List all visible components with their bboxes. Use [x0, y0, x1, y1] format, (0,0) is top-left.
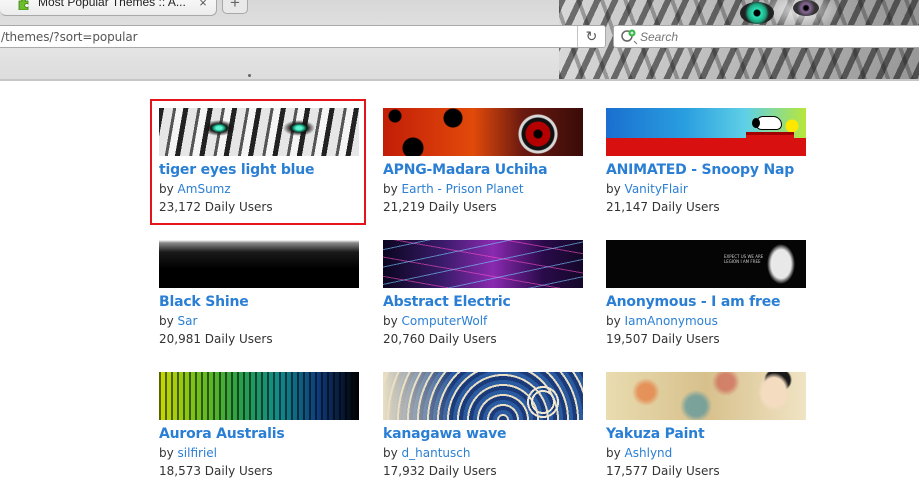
- by-label: by: [606, 182, 625, 196]
- theme-eye-decoration: [740, 2, 774, 24]
- by-label: by: [383, 182, 402, 196]
- by-label: by: [383, 314, 402, 328]
- daily-users-count: 17,577 Daily Users: [606, 464, 720, 478]
- by-label: by: [606, 446, 625, 460]
- reload-icon[interactable]: ↻: [577, 26, 605, 47]
- theme-eye-decoration: [793, 0, 819, 16]
- theme-card[interactable]: Abstract Electric by ComputerWolf 20,760…: [383, 240, 583, 350]
- browser-chrome: Most Popular Themes :: A... × + /themes/…: [0, 0, 919, 81]
- daily-users-count: 18,573 Daily Users: [159, 464, 273, 478]
- theme-thumbnail[interactable]: [159, 240, 359, 288]
- search-bar[interactable]: Search: [613, 25, 919, 48]
- dog-ear-shape: [752, 118, 760, 128]
- theme-name-link[interactable]: kanagawa wave: [383, 426, 507, 442]
- selection-highlight-box: [150, 99, 366, 225]
- puzzle-piece-icon: [18, 0, 29, 10]
- theme-name-link[interactable]: Abstract Electric: [383, 294, 511, 310]
- tab-title: Most Popular Themes :: A...: [38, 0, 186, 9]
- theme-thumbnail[interactable]: [606, 372, 806, 420]
- theme-author-line: by VanityFlair: [606, 182, 688, 196]
- new-tab-button[interactable]: +: [222, 0, 248, 14]
- theme-card[interactable]: kanagawa wave by d_hantusch 17,932 Daily…: [383, 372, 583, 482]
- theme-name-link[interactable]: Yakuza Paint: [606, 426, 705, 442]
- theme-name-link[interactable]: Anonymous - I am free: [606, 294, 781, 310]
- author-link[interactable]: silfiriel: [178, 446, 217, 460]
- daily-users-count: 19,507 Daily Users: [606, 332, 720, 346]
- doghouse-shape: [746, 132, 794, 156]
- daily-users-count: 17,932 Daily Users: [383, 464, 497, 478]
- theme-author-line: by Sar: [159, 314, 197, 328]
- address-bar[interactable]: /themes/?sort=popular ↻: [0, 25, 606, 48]
- by-label: by: [159, 314, 178, 328]
- theme-author-line: by ComputerWolf: [383, 314, 487, 328]
- theme-card[interactable]: ANIMATED - Snoopy Nap by VanityFlair 21,…: [606, 108, 806, 218]
- theme-author-line: by IamAnonymous: [606, 314, 718, 328]
- theme-card[interactable]: EXPECT US WE ARE LEGION I AM FREE Anonym…: [606, 240, 806, 350]
- author-link[interactable]: ComputerWolf: [402, 314, 488, 328]
- url-text[interactable]: /themes/?sort=popular: [1, 30, 138, 44]
- toolbar-divider: [0, 79, 919, 81]
- daily-users-count: 21,219 Daily Users: [383, 200, 497, 214]
- theme-thumbnail[interactable]: EXPECT US WE ARE LEGION I AM FREE: [606, 240, 806, 288]
- theme-name-link[interactable]: Aurora Australis: [159, 426, 285, 442]
- theme-name-link[interactable]: ANIMATED - Snoopy Nap: [606, 162, 794, 178]
- by-label: by: [383, 446, 402, 460]
- theme-card[interactable]: Black Shine by Sar 20,981 Daily Users: [159, 240, 359, 350]
- theme-author-line: by Ashlynd: [606, 446, 672, 460]
- search-engine-icon[interactable]: [619, 28, 639, 45]
- theme-name-link[interactable]: APNG-Madara Uchiha: [383, 162, 548, 178]
- theme-thumbnail[interactable]: [383, 240, 583, 288]
- author-link[interactable]: Sar: [178, 314, 198, 328]
- theme-author-line: by Earth - Prison Planet: [383, 182, 524, 196]
- theme-thumbnail[interactable]: [606, 108, 806, 156]
- theme-author-line: by d_hantusch: [383, 446, 471, 460]
- theme-card[interactable]: Yakuza Paint by Ashlynd 17,577 Daily Use…: [606, 372, 806, 482]
- author-link[interactable]: VanityFlair: [625, 182, 688, 196]
- toolbar-dot: [248, 74, 251, 77]
- theme-author-line: by silfiriel: [159, 446, 217, 460]
- author-link[interactable]: Ashlynd: [625, 446, 673, 460]
- daily-users-count: 20,981 Daily Users: [159, 332, 273, 346]
- author-link[interactable]: d_hantusch: [402, 446, 471, 460]
- author-link[interactable]: Earth - Prison Planet: [402, 182, 524, 196]
- theme-name-link[interactable]: Black Shine: [159, 294, 249, 310]
- search-placeholder[interactable]: Search: [640, 30, 678, 44]
- theme-thumbnail[interactable]: [159, 372, 359, 420]
- by-label: by: [159, 446, 178, 460]
- theme-card[interactable]: APNG-Madara Uchiha by Earth - Prison Pla…: [383, 108, 583, 218]
- theme-thumbnail[interactable]: [383, 108, 583, 156]
- author-link[interactable]: IamAnonymous: [625, 314, 718, 328]
- theme-card[interactable]: Aurora Australis by silfiriel 18,573 Dai…: [159, 372, 359, 482]
- close-tab-icon[interactable]: ×: [196, 0, 210, 10]
- daily-users-count: 20,760 Daily Users: [383, 332, 497, 346]
- thumbnail-caption: EXPECT US WE ARE LEGION I AM FREE: [724, 254, 764, 264]
- by-label: by: [606, 314, 625, 328]
- tab-active[interactable]: Most Popular Themes :: A... ×: [0, 0, 217, 16]
- daily-users-count: 21,147 Daily Users: [606, 200, 720, 214]
- theme-thumbnail[interactable]: [383, 372, 583, 420]
